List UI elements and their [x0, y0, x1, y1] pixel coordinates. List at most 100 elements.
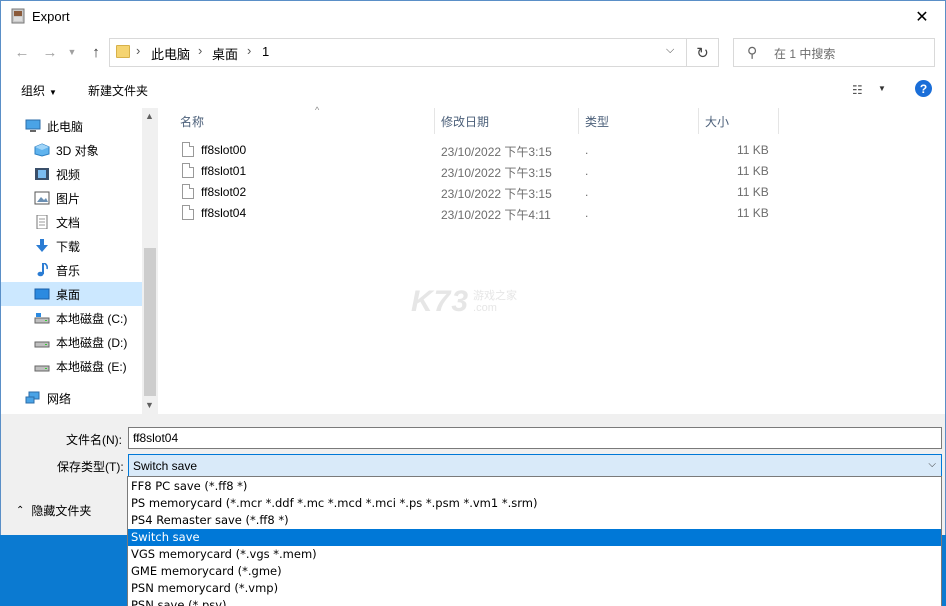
- watermark: K73 游戏之家 .com: [411, 285, 517, 319]
- sidebar-item-drive-c[interactable]: 本地磁盘 (C:): [1, 306, 142, 330]
- file-icon: [182, 163, 194, 178]
- search-box[interactable]: ⚲ 在 1 中搜索: [733, 38, 935, 67]
- navigation-scrollbar[interactable]: ▲ ▼: [142, 108, 158, 414]
- sidebar-item-desktop[interactable]: 桌面: [1, 282, 142, 306]
- up-button[interactable]: ↑: [85, 41, 107, 63]
- folder-icon: [116, 45, 130, 58]
- filetype-select[interactable]: Switch save ⌵: [128, 454, 942, 477]
- file-size: 11 KB: [737, 185, 769, 199]
- refresh-button[interactable]: ↻: [687, 38, 719, 67]
- filetype-option[interactable]: FF8 PC save (*.ff8 *): [128, 478, 941, 495]
- column-label: 修改日期: [441, 114, 490, 129]
- column-header-type[interactable]: 类型: [579, 108, 699, 134]
- sidebar-item-label: 此电脑: [47, 119, 84, 134]
- file-size: 11 KB: [737, 143, 769, 157]
- file-type: .: [585, 164, 589, 178]
- sidebar-item-label: 桌面: [56, 287, 81, 302]
- sidebar-item-this-pc[interactable]: 此电脑: [1, 114, 142, 138]
- breadcrumb-this-pc[interactable]: 此电脑: [151, 44, 190, 63]
- filetype-option[interactable]: VGS memorycard (*.vgs *.mem): [128, 546, 941, 563]
- scroll-up-icon[interactable]: ▲: [145, 111, 154, 121]
- filetype-option[interactable]: PSN save (*.psv): [128, 597, 941, 606]
- sidebar-item-label: 本地磁盘 (D:): [56, 335, 128, 350]
- watermark-logo: K73: [411, 285, 470, 318]
- sidebar-item-drive-e[interactable]: 本地磁盘 (E:): [1, 354, 142, 378]
- refresh-icon: ↻: [696, 44, 709, 62]
- sidebar-item-label: 网络: [47, 391, 72, 406]
- filename-input[interactable]: ff8slot04 ⌵: [128, 427, 942, 449]
- toolbar: 组织 ▼ 新建文件夹 ☷ ▼ ?: [1, 72, 945, 108]
- close-button[interactable]: ✕: [899, 1, 945, 32]
- music-icon: [37, 263, 48, 277]
- organize-button[interactable]: 组织 ▼: [21, 82, 57, 99]
- breadcrumb-folder-1[interactable]: 1: [262, 44, 269, 59]
- sidebar-item-downloads[interactable]: 下载: [1, 234, 142, 258]
- help-icon[interactable]: ?: [915, 80, 932, 97]
- column-header-name[interactable]: ^ 名称: [174, 105, 435, 134]
- navigation-row: ← → ▼ ↑ › 此电脑 › 桌面 › 1 ⌵ ↻ ⚲ 在 1 中搜索: [1, 32, 945, 72]
- drive-icon: [34, 341, 50, 348]
- file-row[interactable]: ff8slot04 23/10/2022 下午4:11 . 11 KB: [178, 203, 788, 224]
- filetype-value: Switch save: [133, 459, 198, 473]
- scrollbar-thumb[interactable]: [144, 248, 156, 396]
- desktop-icon: [34, 288, 50, 300]
- sidebar-item-music[interactable]: 音乐: [1, 258, 142, 282]
- file-icon: [182, 142, 194, 157]
- sidebar-item-pictures[interactable]: 图片: [1, 186, 142, 210]
- network-icon: [25, 391, 40, 404]
- drive-icon: [34, 313, 50, 324]
- hide-folders-button[interactable]: ⌃ 隐藏文件夹: [16, 502, 91, 519]
- sidebar-item-drive-d[interactable]: 本地磁盘 (D:): [1, 330, 142, 354]
- sidebar-item-documents[interactable]: 文档: [1, 210, 142, 234]
- chevron-down-icon: ▼: [67, 47, 77, 57]
- file-row[interactable]: ff8slot02 23/10/2022 下午3:15 . 11 KB: [178, 182, 788, 203]
- new-folder-button[interactable]: 新建文件夹: [88, 82, 148, 99]
- chevron-down-icon[interactable]: ⌵: [928, 459, 936, 470]
- column-label: 大小: [705, 114, 730, 129]
- chevron-down-icon[interactable]: ▼: [878, 84, 886, 93]
- column-label: 名称: [180, 114, 205, 129]
- hide-folders-label: 隐藏文件夹: [31, 504, 92, 518]
- filetype-option[interactable]: PS4 Remaster save (*.ff8 *): [128, 512, 941, 529]
- sidebar-item-label: 下载: [56, 239, 81, 254]
- sidebar-item-label: 视频: [56, 167, 81, 182]
- search-icon: ⚲: [747, 44, 758, 60]
- file-row[interactable]: ff8slot00 23/10/2022 下午3:15 . 11 KB: [178, 140, 788, 161]
- up-arrow-icon: ↑: [92, 43, 100, 61]
- file-date: 23/10/2022 下午3:15: [441, 145, 552, 159]
- filetype-option[interactable]: PSN memorycard (*.vmp): [128, 580, 941, 597]
- sidebar-item-label: 3D 对象: [56, 143, 99, 158]
- recent-locations-button[interactable]: ▼: [61, 41, 83, 63]
- scroll-down-icon[interactable]: ▼: [145, 400, 154, 410]
- filetype-label: 保存类型(T):: [57, 460, 124, 474]
- sidebar-item-label: 本地磁盘 (E:): [56, 359, 127, 374]
- export-dialog: Export ✕ ← → ▼ ↑ › 此电脑 › 桌面 › 1 ⌵ ↻ ⚲ 在 …: [0, 0, 946, 535]
- file-date: 23/10/2022 下午3:15: [441, 166, 552, 180]
- sidebar-item-3d-objects[interactable]: 3D 对象: [1, 138, 142, 162]
- view-options-icon[interactable]: ☷: [852, 83, 863, 97]
- sidebar-item-network[interactable]: 网络: [1, 386, 142, 410]
- column-header-date[interactable]: 修改日期: [435, 108, 579, 134]
- chevron-down-icon[interactable]: ⌵: [133, 431, 936, 446]
- sort-ascending-icon: ^: [315, 105, 320, 115]
- address-dropdown-icon[interactable]: ⌵: [666, 44, 674, 57]
- window-title: Export: [32, 9, 70, 24]
- watermark-domain: .com: [473, 302, 497, 314]
- column-label: 类型: [585, 114, 610, 129]
- file-name: ff8slot01: [201, 164, 247, 178]
- file-type: .: [585, 185, 589, 199]
- file-row[interactable]: ff8slot01 23/10/2022 下午3:15 . 11 KB: [178, 161, 788, 182]
- chevron-right-icon: ›: [247, 43, 252, 58]
- address-bar[interactable]: › 此电脑 › 桌面 › 1 ⌵: [109, 38, 687, 67]
- filetype-option[interactable]: GME memorycard (*.gme): [128, 563, 941, 580]
- chevron-right-icon: ›: [136, 43, 141, 58]
- sidebar-item-videos[interactable]: 视频: [1, 162, 142, 186]
- filetype-option[interactable]: PS memorycard (*.mcr *.ddf *.mc *.mcd *.…: [128, 495, 941, 512]
- sidebar-item-label: 本地磁盘 (C:): [56, 311, 128, 326]
- forward-button[interactable]: →: [39, 41, 61, 63]
- file-name: ff8slot04: [201, 206, 247, 220]
- breadcrumb-desktop[interactable]: 桌面: [212, 44, 238, 63]
- back-button[interactable]: ←: [11, 41, 33, 63]
- filetype-option-selected[interactable]: Switch save: [128, 529, 941, 546]
- column-header-size[interactable]: 大小: [699, 108, 779, 134]
